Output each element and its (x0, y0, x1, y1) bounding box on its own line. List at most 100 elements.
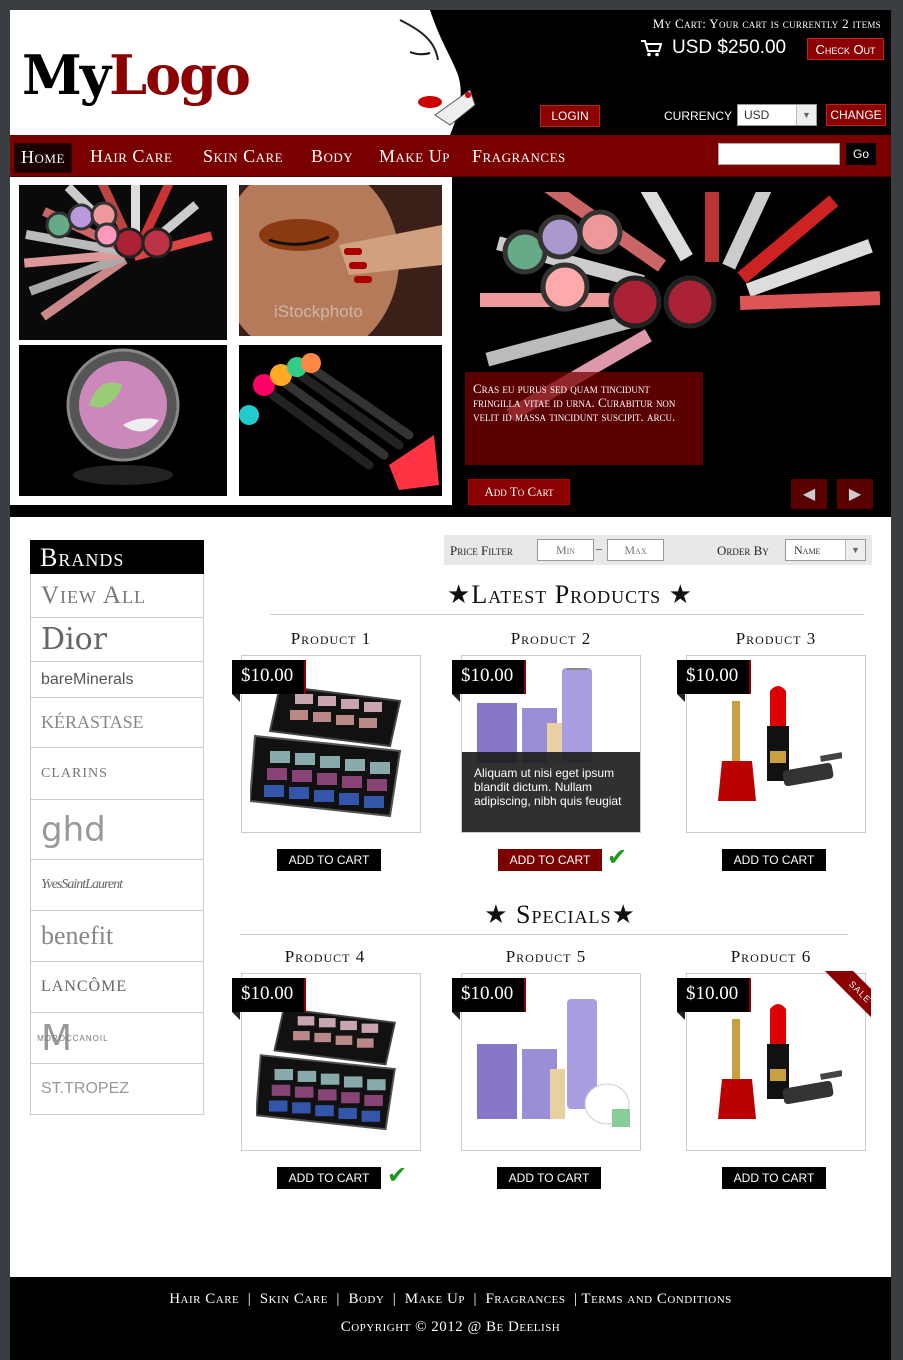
brand-clarins[interactable]: CLARINS (30, 748, 204, 800)
price-tag: $10.00 (677, 660, 751, 702)
brand-view-all[interactable]: View All (30, 574, 204, 618)
footer-links: Hair Care | Skin Care | Body | Make Up |… (169, 1291, 732, 1307)
chevron-down-icon: ▼ (796, 105, 816, 125)
change-currency-button[interactable]: CHANGE (826, 104, 886, 126)
star-icon: ★ (484, 900, 509, 929)
brand-moroccanoil[interactable]: M MOROCCANOIL (30, 1013, 204, 1064)
nav-item-home[interactable]: Home (14, 143, 72, 173)
product-name[interactable]: Product 2 (461, 629, 641, 649)
cart-summary: My Cart: Your cart is currently 2 items (652, 16, 881, 31)
copyright: Copyright © 2012 @ Be Deelish (340, 1319, 561, 1335)
brand-bareminerals[interactable]: bareMinerals (30, 662, 204, 698)
divider (270, 614, 864, 615)
model-face-image (390, 10, 490, 135)
product-card[interactable]: $10.00 (232, 973, 421, 1151)
check-icon: ✔ (607, 843, 628, 871)
search-go-button[interactable]: Go (846, 143, 876, 165)
logo-part-1: My (22, 43, 111, 107)
product-name[interactable]: Product 1 (241, 629, 421, 649)
cart-total-row[interactable]: USD $250.00 (640, 37, 786, 59)
thumb-makeup-palette[interactable] (19, 185, 227, 340)
slider-next-arrow-icon[interactable]: ▶ (837, 479, 873, 509)
order-by-label: Order By (717, 543, 769, 558)
logo-part-2: Logo (109, 43, 251, 107)
product-name[interactable]: Product 3 (686, 629, 866, 649)
hero-caption: Cras eu purus sed quam tincidunt fringil… (465, 372, 703, 465)
footer-link-terms[interactable]: Terms and Conditions (581, 1291, 731, 1307)
brand-kerastase[interactable]: KÉRASTASE (30, 698, 204, 748)
product-card[interactable]: $10.00 (677, 655, 866, 833)
nav-item-fragrances[interactable]: Fragrances (472, 143, 566, 173)
nav-item-hair-care[interactable]: Hair Care (90, 143, 172, 173)
cart-total: USD $250.00 (672, 37, 787, 58)
add-to-cart-button[interactable]: ADD TO CART (722, 849, 826, 871)
currency-value: USD (744, 108, 770, 122)
order-by-select[interactable]: Name ▼ (785, 539, 866, 561)
price-tag: $10.00 (677, 978, 751, 1020)
chevron-down-icon: ▼ (845, 540, 865, 560)
add-to-cart-button[interactable]: ADD TO CART (277, 849, 381, 871)
skincare-bottles-image (477, 999, 630, 1127)
add-to-cart-button[interactable]: ADD TO CART (497, 1167, 601, 1189)
eyeshadow-palette-image (250, 684, 402, 818)
eyeshadow-palette-image (256, 1007, 397, 1131)
brand-ysl[interactable]: YvesSaintLaurent (30, 860, 204, 911)
footer-link-make-up[interactable]: Make Up (405, 1291, 465, 1307)
footer-link-fragrances[interactable]: Fragrances (485, 1291, 565, 1307)
product-name[interactable]: Product 6 (681, 947, 861, 967)
product-card[interactable]: $10.00 Aliquam ut nisi eget ipsum blandi… (452, 655, 641, 833)
page: MyLogo My Cart: Your cart is currently 2… (10, 10, 891, 1360)
filter-bar: Price Filter – Order By Name ▼ (444, 535, 872, 565)
brand-sttropez[interactable]: ST.TROPEZ (30, 1064, 204, 1115)
price-max-input[interactable] (607, 539, 664, 561)
star-icon: ★ (447, 580, 472, 609)
divider (240, 934, 848, 935)
product-card[interactable]: $10.00 (232, 655, 421, 833)
product-card[interactable]: $10.00 (452, 973, 641, 1151)
thumb-model-eye[interactable]: iStockphoto (239, 185, 442, 336)
footer-link-body[interactable]: Body (348, 1291, 384, 1307)
currency-select[interactable]: USD ▼ (737, 104, 817, 126)
brand-ghd[interactable]: ghd (30, 800, 204, 860)
price-tag: $10.00 (232, 978, 306, 1020)
login-button[interactable]: LOGIN (540, 105, 600, 127)
search-input[interactable] (718, 143, 840, 165)
latest-products-heading: ★Latest Products ★ (270, 580, 870, 610)
footer: Hair Care | Skin Care | Body | Make Up |… (10, 1277, 891, 1360)
product-description-overlay: Aliquam ut nisi eget ipsum blandit dictu… (462, 752, 640, 832)
add-to-cart-button[interactable]: ADD TO CART (498, 849, 602, 871)
checkout-button[interactable]: Check Out (807, 38, 884, 60)
brand-dior[interactable]: Dior (30, 618, 204, 662)
price-filter-label: Price Filter (450, 543, 513, 558)
shopping-cart-icon (641, 40, 662, 57)
product-card[interactable]: $10.00 SALE (677, 971, 871, 1151)
add-to-cart-button[interactable]: ADD TO CART (277, 1167, 381, 1189)
header: MyLogo My Cart: Your cart is currently 2… (10, 10, 891, 135)
latest-products-title: Latest Products (471, 580, 662, 609)
footer-link-hair-care[interactable]: Hair Care (169, 1291, 239, 1307)
star-icon: ★ (611, 900, 636, 929)
slider-prev-arrow-icon[interactable]: ◀ (791, 479, 827, 509)
footer-link-skin-care[interactable]: Skin Care (260, 1291, 328, 1307)
product-name[interactable]: Product 4 (235, 947, 415, 967)
range-dash: – (596, 541, 602, 555)
star-icon: ★ (668, 580, 693, 609)
product-name[interactable]: Product 5 (456, 947, 636, 967)
nav-item-body[interactable]: Body (311, 143, 353, 173)
hero-add-to-cart-button[interactable]: Add To Cart (468, 479, 570, 505)
brand-moroccanoil-label: MOROCCANOIL (37, 1033, 109, 1043)
specials-heading: ★ Specials★ (270, 900, 850, 930)
nav-item-skin-care[interactable]: Skin Care (203, 143, 283, 173)
thumb-compact[interactable] (19, 345, 227, 496)
sale-badge: SALE (821, 971, 871, 1027)
logo[interactable]: MyLogo (22, 40, 251, 110)
thumb-brushes[interactable] (239, 345, 442, 496)
watermark-text: iStockphoto (274, 302, 363, 321)
price-min-input[interactable] (537, 539, 594, 561)
brand-benefit[interactable]: benefit (30, 911, 204, 962)
brand-lancome[interactable]: LANCÔME (30, 962, 204, 1013)
nav-item-make-up[interactable]: Make Up (379, 143, 450, 173)
price-tag: $10.00 (452, 660, 526, 702)
add-to-cart-button[interactable]: ADD TO CART (722, 1167, 826, 1189)
check-icon: ✔ (387, 1161, 408, 1189)
